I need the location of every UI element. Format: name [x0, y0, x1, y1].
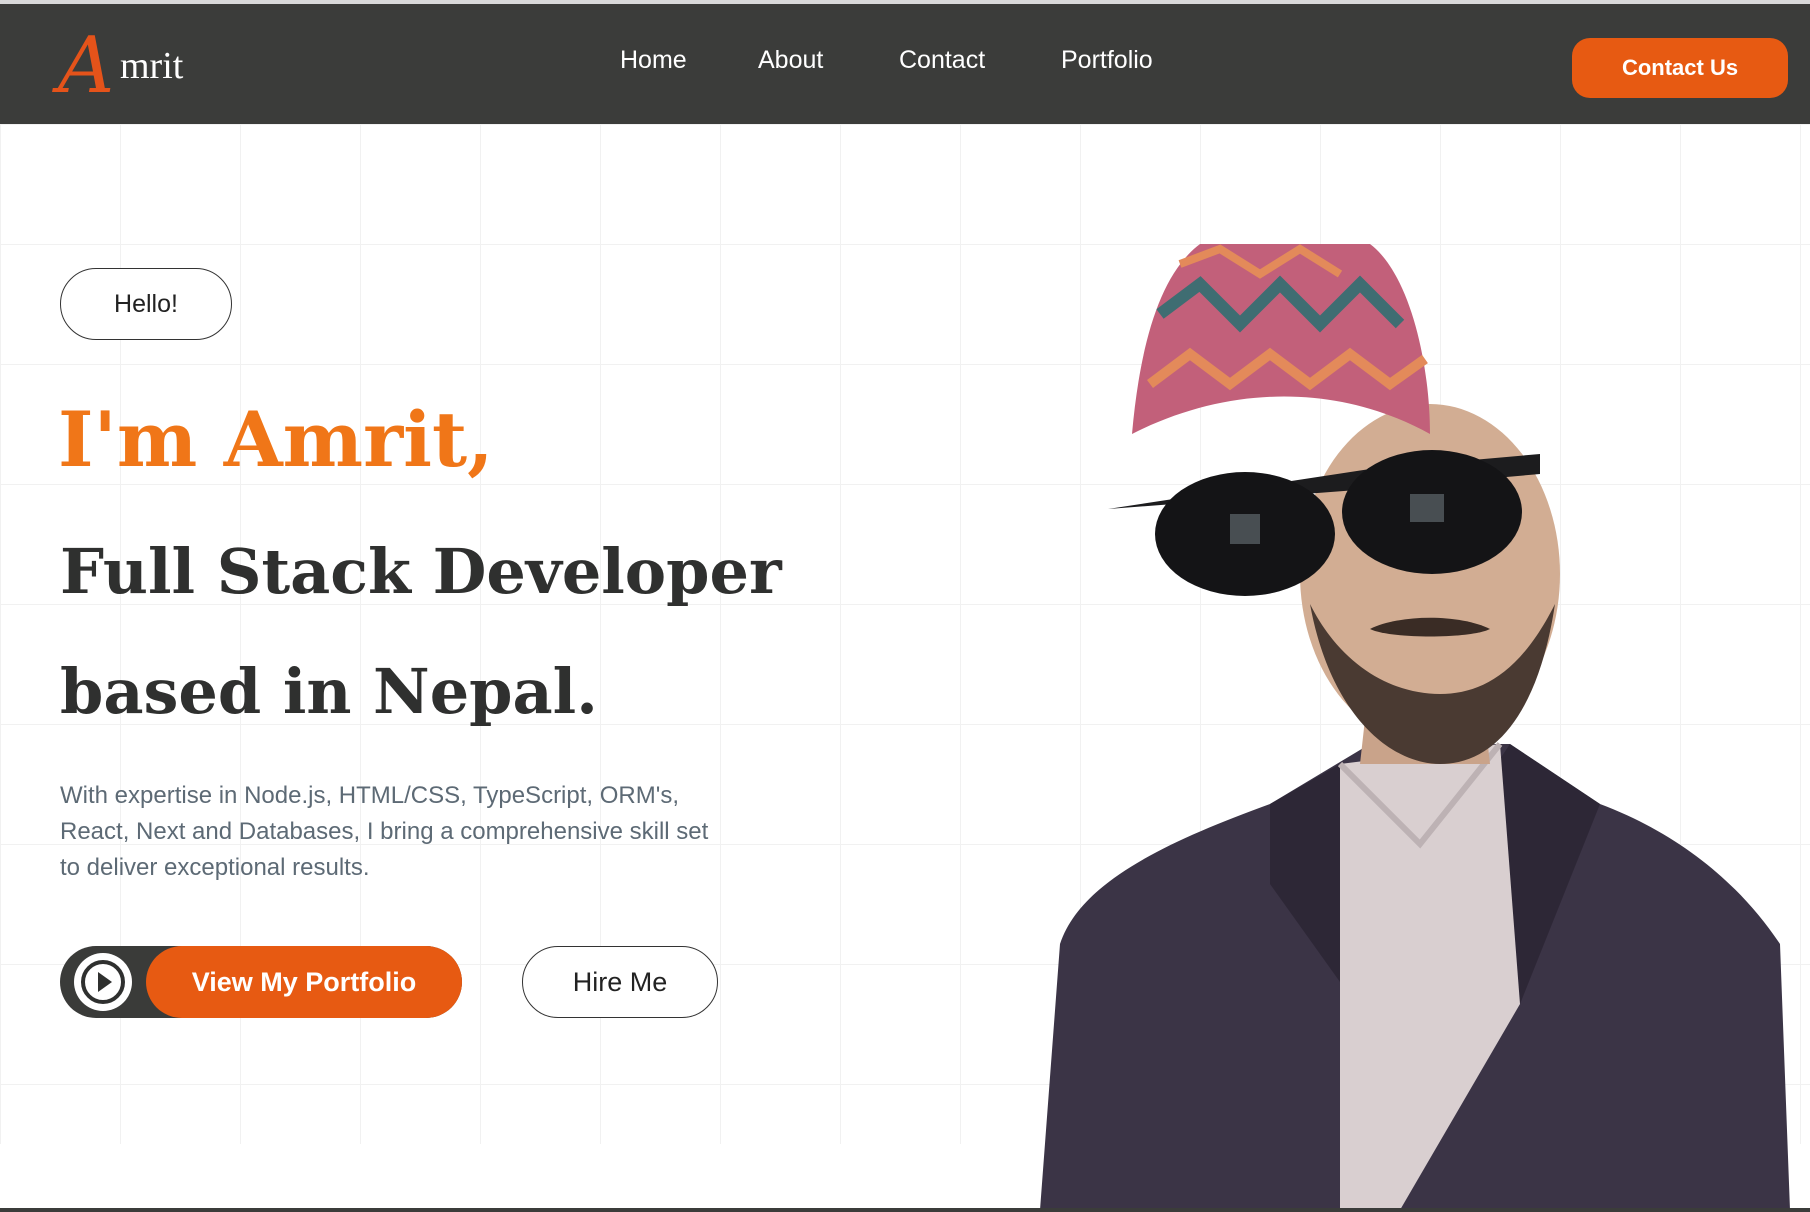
logo-initial: A	[58, 21, 115, 111]
navbar: A mrit Home About Contact Portfolio Cont…	[0, 4, 1810, 124]
nav-contact[interactable]: Contact	[899, 46, 985, 75]
play-button[interactable]	[74, 953, 132, 1011]
nav-portfolio[interactable]: Portfolio	[1061, 46, 1153, 75]
greeting-badge: Hello!	[60, 268, 232, 340]
play-icon	[81, 960, 125, 1004]
bottom-border	[0, 1208, 1810, 1212]
view-portfolio-button[interactable]: View My Portfolio	[146, 946, 462, 1018]
profile-photo	[1040, 244, 1790, 1210]
logo-name: mrit	[120, 45, 184, 87]
portfolio-button-group[interactable]: View My Portfolio	[60, 946, 462, 1018]
contact-us-button[interactable]: Contact Us	[1572, 38, 1788, 98]
nav-about[interactable]: About	[758, 46, 823, 75]
nav-home[interactable]: Home	[620, 46, 687, 75]
hero-location: based in Nepal.	[60, 655, 598, 728]
hire-me-button[interactable]: Hire Me	[522, 946, 718, 1018]
hero-intro: I'm Amrit,	[58, 395, 494, 484]
hero-description: With expertise in Node.js, HTML/CSS, Typ…	[60, 782, 709, 881]
brand-logo[interactable]: A mrit	[58, 26, 218, 106]
hero-role: Full Stack Developer	[60, 535, 782, 608]
